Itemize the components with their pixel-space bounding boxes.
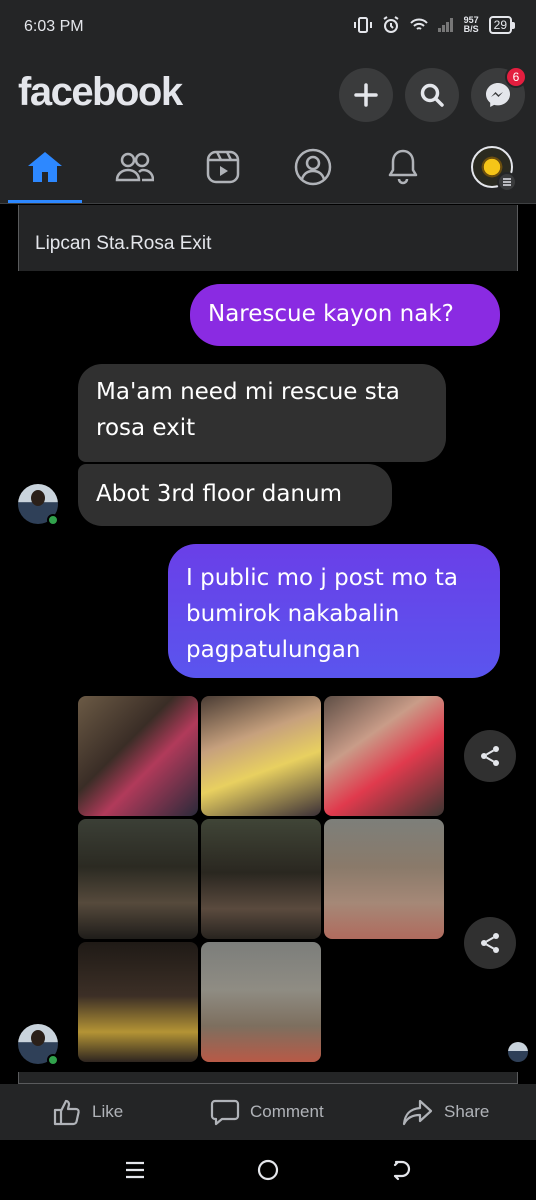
like-button[interactable]: Like (52, 1084, 123, 1140)
friends-icon (115, 152, 154, 182)
alarm-icon (383, 16, 399, 33)
plus-icon (354, 83, 378, 107)
chat-image[interactable]: Narescue kayon nak? Ma'am need mi rescue… (0, 272, 536, 1072)
photo-thumbnail[interactable] (324, 696, 444, 816)
home-circle-icon (257, 1159, 279, 1181)
profile-icon (294, 148, 332, 186)
like-icon (53, 1099, 80, 1126)
video-icon (206, 150, 240, 184)
message-incoming: Ma'am need mi rescue sta rosa exit (78, 364, 446, 462)
status-icons: 957 B/S 29 (353, 16, 516, 34)
home-icon (28, 152, 62, 182)
net-speed: 957 B/S (464, 16, 479, 34)
tab-watch[interactable] (182, 132, 264, 202)
post-text-box: Lipcan Sta.Rosa Exit (18, 205, 518, 271)
share-button[interactable]: Share (402, 1084, 489, 1140)
photo-thumbnail[interactable] (78, 942, 198, 1062)
messenger-button[interactable]: 6 (471, 66, 527, 122)
menu-icon (497, 172, 517, 192)
net-speed-unit: B/S (463, 24, 479, 34)
tab-friends[interactable] (93, 132, 175, 202)
tab-menu[interactable] (451, 132, 533, 202)
photo-thumbnail[interactable] (201, 819, 321, 939)
forward-button[interactable] (464, 730, 516, 782)
menu-avatar (471, 146, 517, 192)
share-icon (481, 746, 499, 766)
signal-icon (437, 18, 453, 32)
back-icon (393, 1160, 411, 1181)
wifi-icon (409, 18, 428, 30)
battery-level: 29 (493, 18, 507, 32)
message-incoming: Abot 3rd floor danum (78, 464, 392, 526)
online-indicator (47, 514, 59, 526)
search-icon (420, 83, 444, 107)
message-outgoing: I public mo j post mo ta bumirok nakabal… (168, 544, 500, 678)
recents-button[interactable] (115, 1154, 155, 1186)
photo-thumbnail[interactable] (324, 819, 444, 939)
message-outgoing: Narescue kayon nak? (190, 284, 500, 346)
tab-notifications[interactable] (362, 132, 444, 202)
share-icon (481, 933, 499, 953)
post-text: Lipcan Sta.Rosa Exit (35, 233, 212, 254)
app-header: facebook 6 (0, 56, 536, 132)
comment-label: Comment (250, 1102, 324, 1121)
bell-icon (388, 149, 418, 185)
photo-grid (78, 696, 448, 1066)
tab-profile[interactable] (272, 132, 354, 202)
home-nav-button[interactable] (248, 1154, 288, 1186)
facebook-logo: facebook (18, 70, 183, 114)
system-nav-bar (0, 1140, 536, 1200)
photo-thumbnail[interactable] (78, 696, 198, 816)
photo-thumbnail[interactable] (201, 942, 321, 1062)
like-label: Like (92, 1102, 124, 1121)
search-button[interactable] (405, 68, 459, 122)
share-arrow-icon (402, 1099, 433, 1126)
main-nav (0, 132, 536, 204)
share-label: Share (444, 1102, 490, 1121)
back-button[interactable] (381, 1154, 421, 1186)
create-button[interactable] (339, 68, 393, 122)
photo-thumbnail[interactable] (78, 819, 198, 939)
online-indicator (47, 1054, 59, 1066)
read-receipt-avatar (508, 1042, 528, 1062)
recents-icon (126, 1161, 144, 1179)
post-actions: Like Comment Share (0, 1084, 536, 1140)
post-divider (18, 1072, 518, 1084)
battery-icon: 29 (488, 16, 516, 34)
status-bar: 6:03 PM 957 B/S 29 (0, 0, 536, 56)
comment-icon (210, 1099, 240, 1126)
forward-button[interactable] (464, 917, 516, 969)
status-time: 6:03 PM (24, 18, 84, 35)
comment-button[interactable]: Comment (210, 1084, 324, 1140)
messenger-badge: 6 (505, 66, 527, 88)
tab-home[interactable] (4, 132, 86, 203)
photo-thumbnail[interactable] (201, 696, 321, 816)
vibrate-icon (353, 17, 372, 33)
